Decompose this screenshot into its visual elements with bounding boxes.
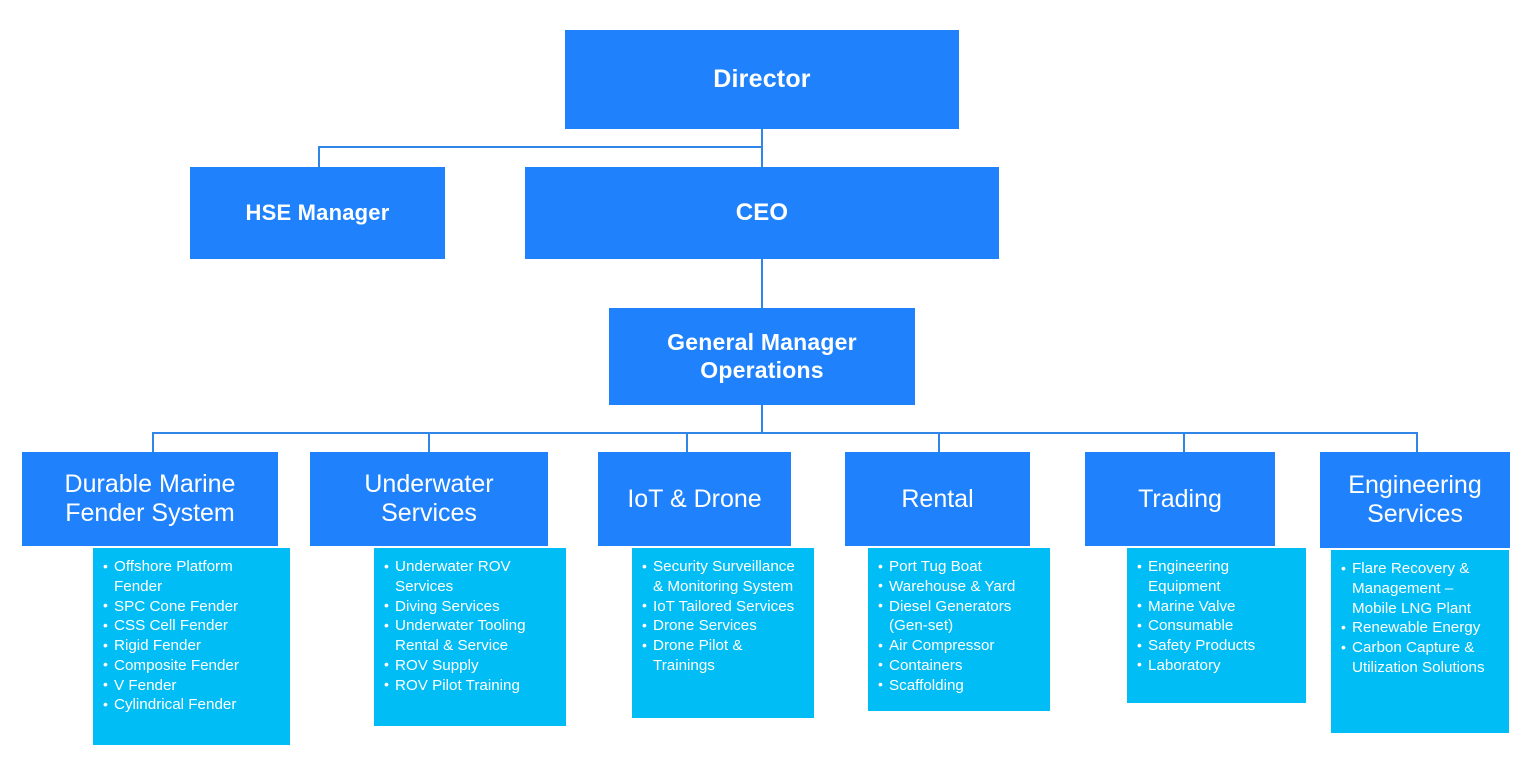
dept-header-engineering-services[interactable]: Engineering Services	[1320, 452, 1510, 548]
dept-item-list: Flare Recovery & Management – Mobile LNG…	[1341, 558, 1501, 678]
dept-item: Composite Fender	[103, 655, 282, 676]
dept-item: Port Tug Boat	[878, 557, 1042, 577]
node-ceo[interactable]: CEO	[525, 167, 999, 259]
dept-header-trading[interactable]: Trading	[1085, 452, 1275, 546]
node-hse-manager[interactable]: HSE Manager	[190, 167, 445, 259]
dept-item: Warehouse & Yard	[878, 576, 1042, 597]
dept-item: ROV Supply	[384, 655, 558, 676]
dept-item: Renewable Energy	[1341, 618, 1501, 638]
dept-item: Diving Services	[384, 596, 558, 617]
connector-drop-dept-5	[1416, 432, 1418, 452]
dept-item: Containers	[878, 655, 1042, 676]
dept-item-list: Engineering EquipmentMarine ValveConsuma…	[1137, 557, 1298, 676]
dept-item: CSS Cell Fender	[103, 616, 282, 636]
dept-item: Offshore Platform Fender	[103, 557, 282, 597]
node-general-manager-operations[interactable]: General Manager Operations	[609, 308, 915, 405]
connector-director-stem	[761, 129, 763, 147]
dept-items-durable-marine-fender-system: Offshore Platform FenderSPC Cone FenderC…	[93, 548, 290, 745]
dept-item: Rigid Fender	[103, 636, 282, 656]
dept-item-list: Underwater ROV ServicesDiving ServicesUn…	[384, 557, 558, 695]
connector-drop-dept-3	[938, 432, 940, 452]
dept-items-engineering-services: Flare Recovery & Management – Mobile LNG…	[1331, 550, 1509, 733]
dept-item: Laboratory	[1137, 655, 1298, 676]
dept-item: Flare Recovery & Management – Mobile LNG…	[1341, 558, 1501, 618]
dept-item: Engineering Equipment	[1137, 557, 1298, 597]
dept-item: Marine Valve	[1137, 596, 1298, 617]
dept-item: Consumable	[1137, 616, 1298, 636]
dept-items-underwater-services: Underwater ROV ServicesDiving ServicesUn…	[374, 548, 566, 726]
connector-ceo-to-gm	[761, 259, 763, 308]
connector-drop-ceo	[761, 146, 763, 167]
dept-header-underwater-services[interactable]: Underwater Services	[310, 452, 548, 546]
dept-item: Carbon Capture & Utilization Solutions	[1341, 638, 1501, 678]
dept-item: V Fender	[103, 675, 282, 696]
dept-item: ROV Pilot Training	[384, 675, 558, 696]
connector-drop-hse	[318, 146, 320, 167]
dept-items-iot-and-drone: Security Surveillance & Monitoring Syste…	[632, 548, 814, 718]
dept-item: Air Compressor	[878, 636, 1042, 656]
dept-item-list: Security Surveillance & Monitoring Syste…	[642, 557, 806, 676]
node-director[interactable]: Director	[565, 30, 959, 129]
connector-gm-stem	[761, 405, 763, 432]
dept-header-iot-and-drone[interactable]: IoT & Drone	[598, 452, 791, 546]
dept-items-rental: Port Tug BoatWarehouse & YardDiesel Gene…	[868, 548, 1050, 711]
connector-director-to-hse-bar	[318, 146, 763, 148]
dept-item: Cylindrical Fender	[103, 695, 282, 715]
org-chart: Director HSE Manager CEO General Manager…	[0, 0, 1536, 767]
dept-item: Drone Pilot & Trainings	[642, 636, 806, 676]
dept-item-list: Offshore Platform FenderSPC Cone FenderC…	[103, 557, 282, 715]
dept-items-trading: Engineering EquipmentMarine ValveConsuma…	[1127, 548, 1306, 703]
dept-item: SPC Cone Fender	[103, 596, 282, 617]
connector-drop-dept-1	[428, 432, 430, 452]
dept-item: IoT Tailored Services	[642, 596, 806, 617]
dept-item: Scaffolding	[878, 675, 1042, 696]
dept-item: Underwater ROV Services	[384, 557, 558, 597]
dept-item: Drone Services	[642, 616, 806, 636]
connector-drop-dept-0	[152, 432, 154, 452]
dept-item: Security Surveillance & Monitoring Syste…	[642, 557, 806, 597]
dept-header-rental[interactable]: Rental	[845, 452, 1030, 546]
dept-item: Diesel Generators (Gen-set)	[878, 596, 1042, 637]
connector-drop-dept-4	[1183, 432, 1185, 452]
connector-drop-dept-2	[686, 432, 688, 452]
dept-item: Safety Products	[1137, 636, 1298, 656]
connector-department-bus	[152, 432, 1418, 434]
dept-item: Underwater Tooling Rental & Service	[384, 616, 558, 656]
dept-item-list: Port Tug BoatWarehouse & YardDiesel Gene…	[878, 557, 1042, 695]
dept-header-durable-marine-fender-system[interactable]: Durable Marine Fender System	[22, 452, 278, 546]
